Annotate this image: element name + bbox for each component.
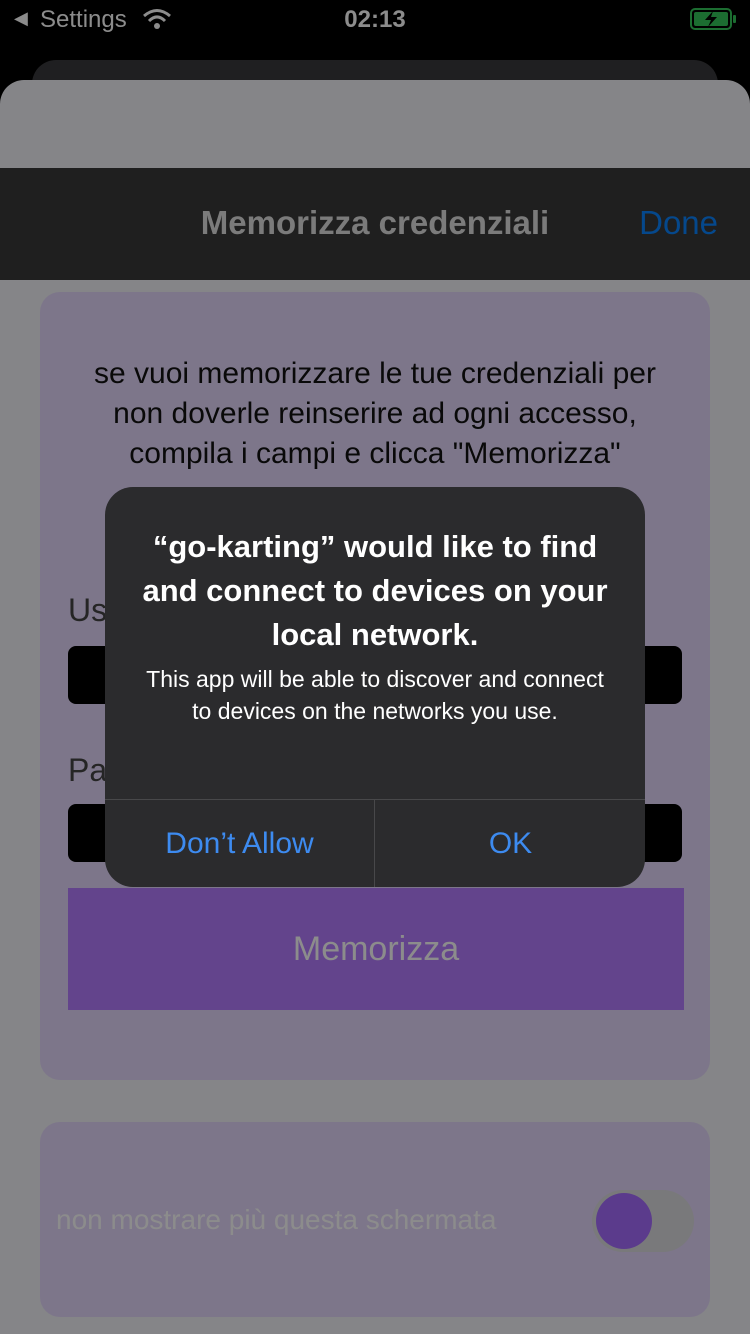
dont-allow-button[interactable]: Don’t Allow [105,800,374,887]
alert-title: “go-karting” would like to find and conn… [142,529,608,652]
ok-button[interactable]: OK [376,800,645,887]
local-network-alert: “go-karting” would like to find and conn… [105,487,645,887]
alert-button-divider [374,799,375,887]
alert-message: This app will be able to discover and co… [146,666,604,724]
